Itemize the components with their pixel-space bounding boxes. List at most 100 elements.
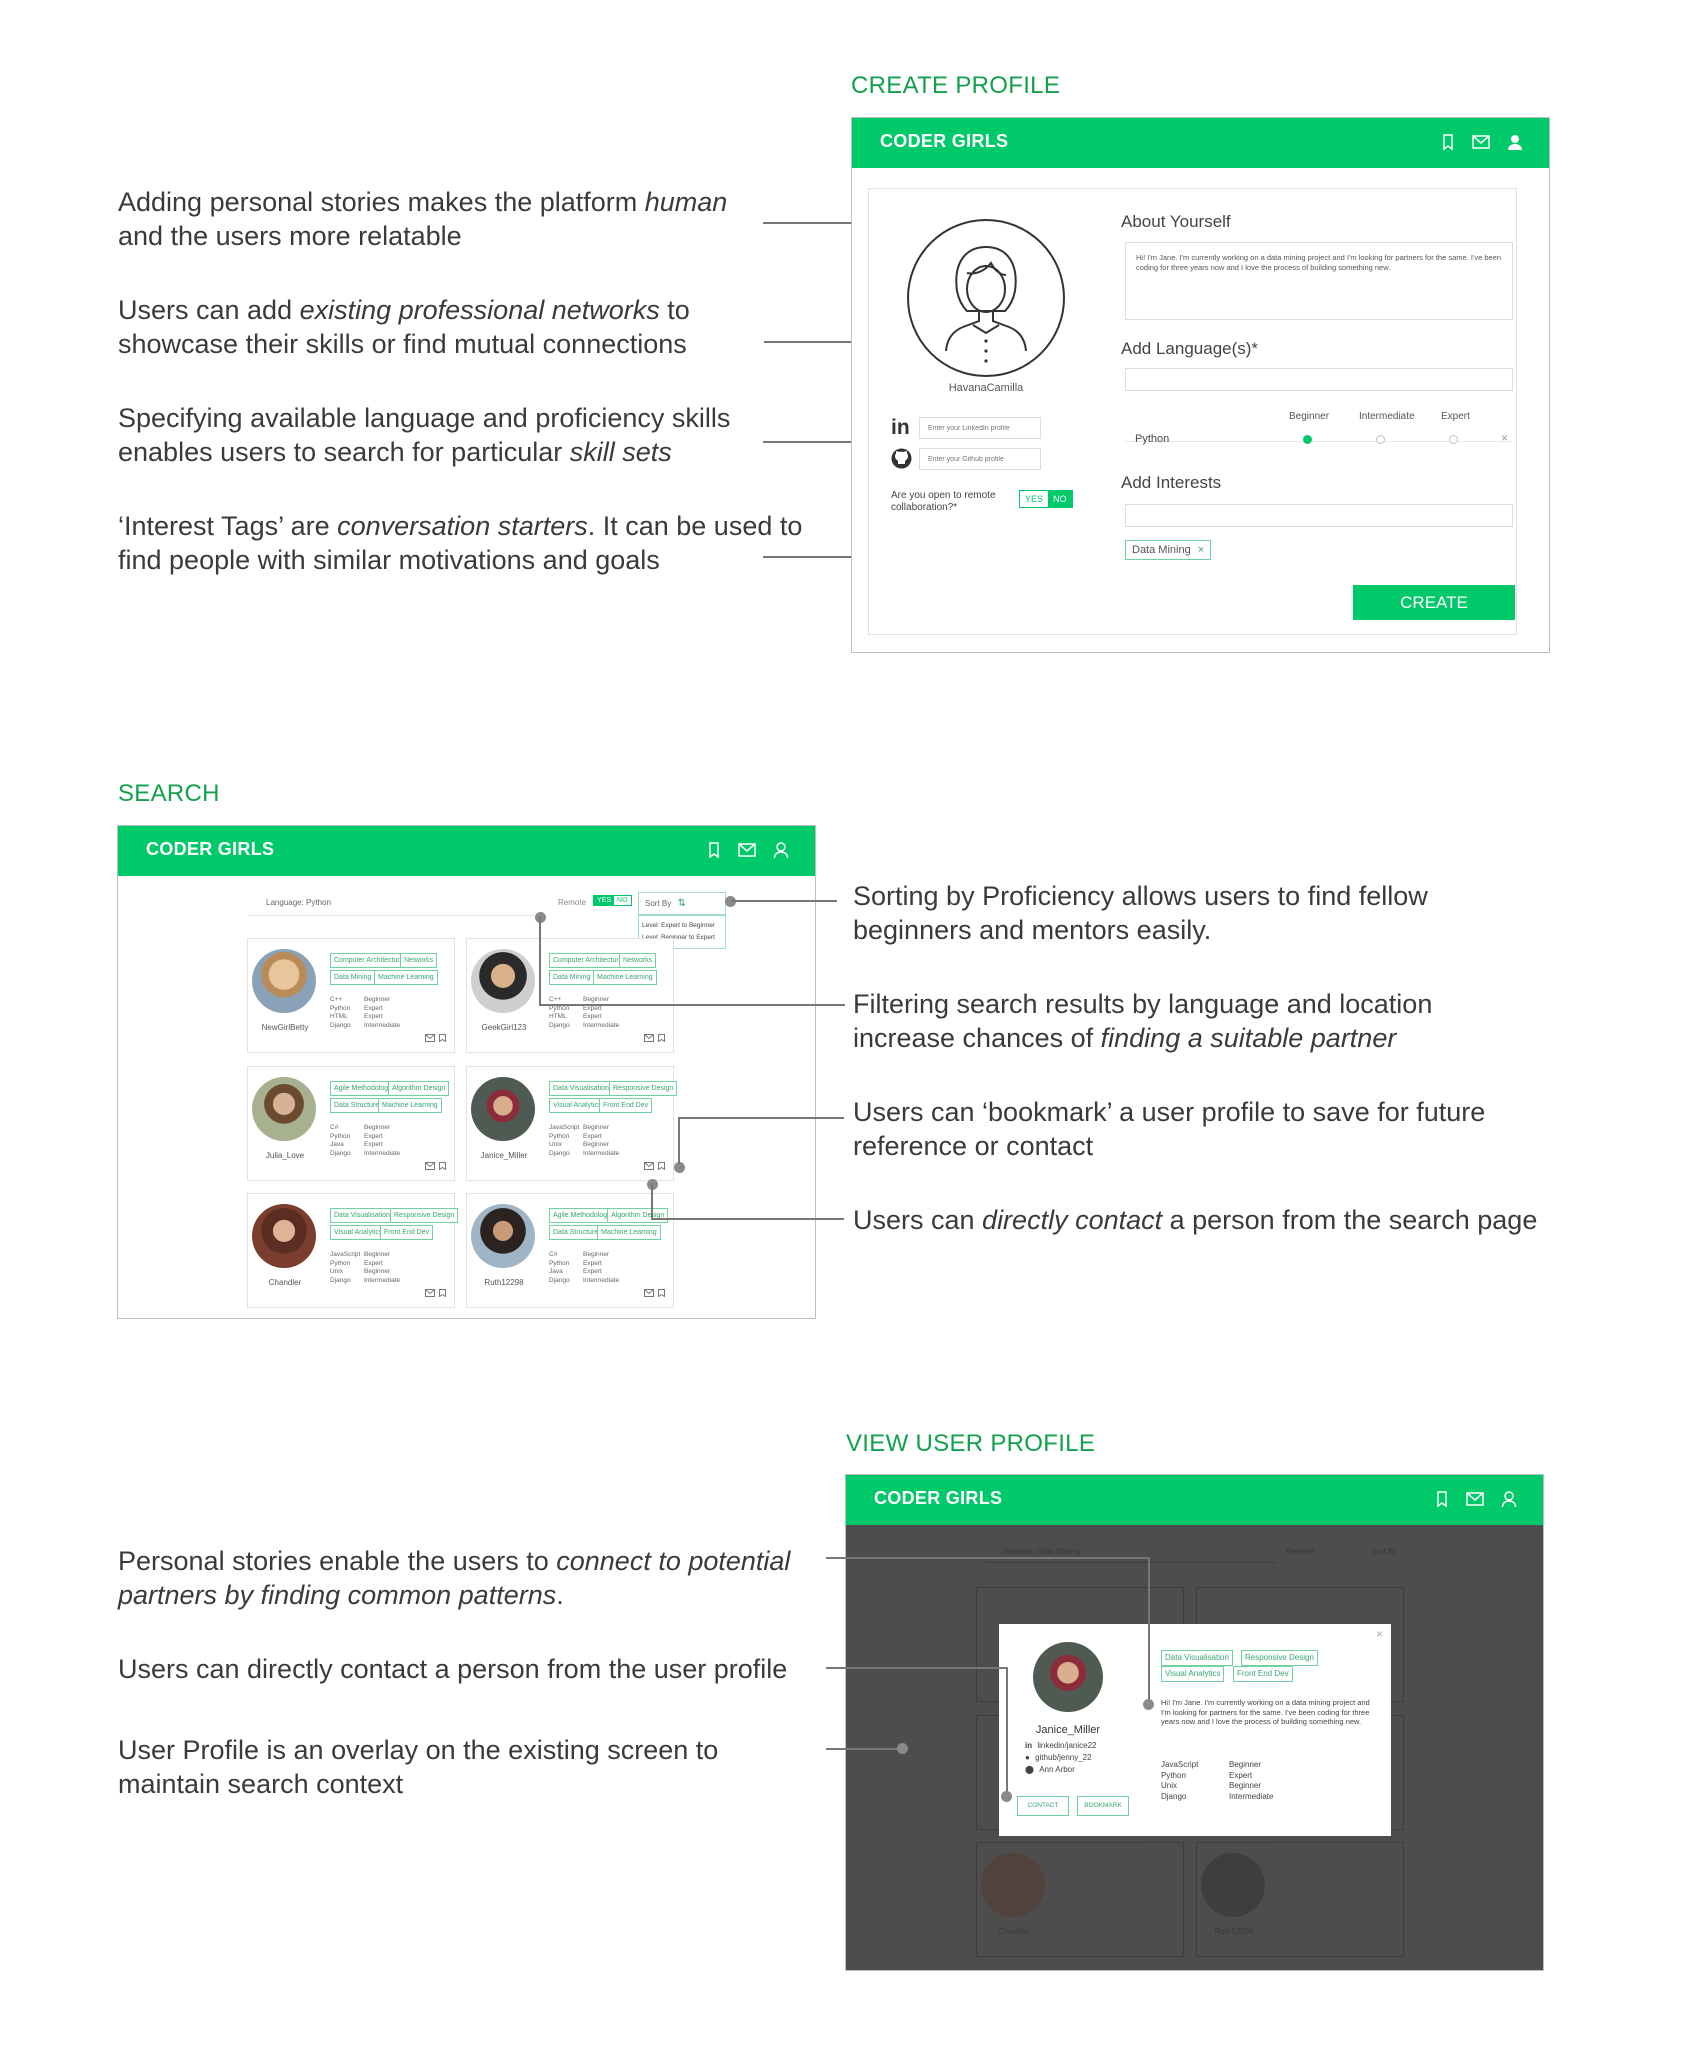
leader-line (539, 917, 541, 1006)
user-card[interactable]: NewGirlBetty Computer Architecture Netwo… (247, 938, 455, 1053)
location: ⬤ Ann Arbor (1025, 1765, 1075, 1774)
avatar (981, 1853, 1045, 1917)
background-search-bar: Interests: Data Mining (986, 1541, 1276, 1563)
create-button[interactable]: CREATE (1353, 585, 1515, 620)
remote-question: Are you open to remote collaboration?* (891, 490, 996, 513)
leader-line (539, 1004, 845, 1006)
note-sorting: Sorting by Proficiency allows users to f… (853, 881, 1428, 945)
skill-tag: Front End Dev (380, 1225, 434, 1240)
radio-beginner[interactable] (1303, 435, 1312, 444)
profile-links: in linkedin/janice22 ● github/jenny_22 ⬤… (1025, 1740, 1097, 1776)
brand-logo: CODER GIRLS (880, 131, 1009, 151)
user-icon[interactable] (1507, 133, 1523, 151)
brand-logo: CODER GIRLS (146, 839, 275, 859)
github-icon: ● (1025, 1753, 1030, 1762)
background-user-name: Chandler (997, 1927, 1031, 1936)
github-link[interactable]: ● github/jenny_22 (1025, 1752, 1097, 1764)
note-direct-contact: Users can directly contact a person from… (853, 1205, 1538, 1235)
user-icon[interactable] (773, 841, 789, 859)
skill-tag: Agile Methodology (330, 1081, 396, 1096)
user-name: GeekGirl123 (481, 1023, 527, 1032)
remote-toggle[interactable]: YES NO (593, 895, 632, 906)
user-name: Ruth12298 (484, 1278, 524, 1287)
toggle-yes[interactable]: YES (594, 896, 615, 905)
toggle-no[interactable]: NO (1048, 491, 1072, 507)
user-card[interactable]: Janice_Miller Data Visualisation Respons… (466, 1066, 678, 1181)
skill-list: JavaScript Beginner Python Expert Unix Begi… (330, 1251, 401, 1284)
sort-dropdown[interactable]: Sort By ⇅ (638, 892, 726, 915)
level-beginner: Beginner (1289, 411, 1330, 422)
github-icon (891, 448, 912, 474)
user-icon[interactable] (1501, 1490, 1517, 1508)
interest-tag[interactable]: Data Mining × (1125, 540, 1212, 560)
bookmark-icon[interactable] (658, 1029, 665, 1047)
level-expert: Expert (1441, 411, 1470, 422)
skill-list: C# Beginner Python Expert Java Expert Djang… (330, 1124, 401, 1157)
mail-icon[interactable] (644, 1157, 654, 1175)
mail-icon[interactable] (1471, 133, 1491, 151)
skill-tag: Visual Analytics (549, 1098, 606, 1113)
note-personal-stories: Adding personal stories makes the platfo… (118, 187, 728, 251)
avatar (1033, 1642, 1103, 1712)
remote-toggle[interactable]: YES NO (1019, 490, 1073, 508)
bookmark-icon[interactable] (1441, 133, 1455, 151)
mail-icon[interactable] (737, 841, 757, 859)
bookmark-icon[interactable] (439, 1029, 446, 1047)
close-icon[interactable]: × (1376, 1627, 1383, 1641)
remove-language-icon[interactable]: × (1501, 431, 1508, 445)
avatar (471, 1077, 535, 1141)
background-sort-label: Sort By (1371, 1547, 1398, 1556)
bookmark-icon[interactable] (439, 1284, 446, 1302)
mail-icon[interactable] (644, 1284, 654, 1302)
skill-list: C++ Beginner Python Expert HTML Expert Djan… (330, 996, 401, 1029)
mail-icon[interactable] (425, 1029, 435, 1047)
search-input[interactable]: Language: Python (248, 892, 538, 916)
skill-tag: Front End Dev (599, 1098, 653, 1113)
toggle-no[interactable]: NO (614, 896, 631, 905)
bookmark-icon[interactable] (707, 841, 721, 859)
mail-icon[interactable] (644, 1029, 654, 1047)
toggle-yes[interactable]: YES (1020, 491, 1049, 507)
background-remote-label: Remote (1286, 1547, 1315, 1556)
remove-tag-icon[interactable]: × (1198, 544, 1204, 556)
linkedin-input[interactable] (919, 417, 1041, 439)
language-input[interactable] (1125, 368, 1513, 391)
contact-button[interactable]: CONTACT (1017, 1796, 1069, 1816)
bookmark-button[interactable]: BOOKMARK (1077, 1796, 1129, 1816)
radio-expert[interactable] (1449, 435, 1458, 444)
bookmark-icon[interactable] (1435, 1490, 1449, 1508)
bookmark-icon[interactable] (658, 1157, 665, 1175)
bookmark-icon[interactable] (439, 1157, 446, 1175)
note-filtering: Filtering search results by language and… (853, 989, 1433, 1053)
about-textarea[interactable]: Hi! I'm Jane. I'm currently working on a… (1125, 242, 1513, 320)
interests-input[interactable] (1125, 504, 1513, 527)
skill-tag: Data Structure (549, 1225, 603, 1240)
skill-tag: Responsive Design (390, 1208, 459, 1223)
radio-intermediate[interactable] (1376, 435, 1385, 444)
bookmark-icon[interactable] (658, 1284, 665, 1302)
avatar-placeholder[interactable] (907, 219, 1065, 377)
avatar (1201, 1853, 1265, 1917)
user-card[interactable]: Ruth12298 Agile Methodology Algorithm De… (466, 1193, 674, 1308)
github-input[interactable] (919, 448, 1041, 470)
sort-arrows-icon: ⇅ (677, 898, 686, 909)
about-label: About Yourself (1121, 212, 1231, 231)
avatar (252, 1077, 316, 1141)
user-card[interactable]: GeekGirl123 Computer Architecture Networ… (466, 938, 674, 1053)
mail-icon[interactable] (425, 1284, 435, 1302)
linkedin-link[interactable]: in linkedin/janice22 (1025, 1740, 1097, 1752)
view-profile-title: VIEW USER PROFILE (846, 1430, 1096, 1457)
skill-tag: Data Mining (549, 970, 595, 985)
sort-option-expert-first[interactable]: Level: Expert to Beginner (642, 920, 722, 932)
remote-filter-label: Remote (558, 898, 587, 907)
user-card[interactable]: Chandler Data Visualisation Responsive D… (247, 1193, 459, 1308)
brand-logo: CODER GIRLS (874, 1488, 1003, 1508)
skill-tag: Data Visualisation (549, 1081, 613, 1096)
avatar (252, 949, 316, 1013)
skill-tag: Visual Analytics (330, 1225, 387, 1240)
mail-icon[interactable] (1465, 1490, 1485, 1508)
leader-line (1006, 1667, 1008, 1793)
skill-tag: Computer Architecture (549, 953, 627, 968)
user-card[interactable]: Julia_Love Agile Methodology Algorithm D… (247, 1066, 455, 1181)
mail-icon[interactable] (425, 1157, 435, 1175)
